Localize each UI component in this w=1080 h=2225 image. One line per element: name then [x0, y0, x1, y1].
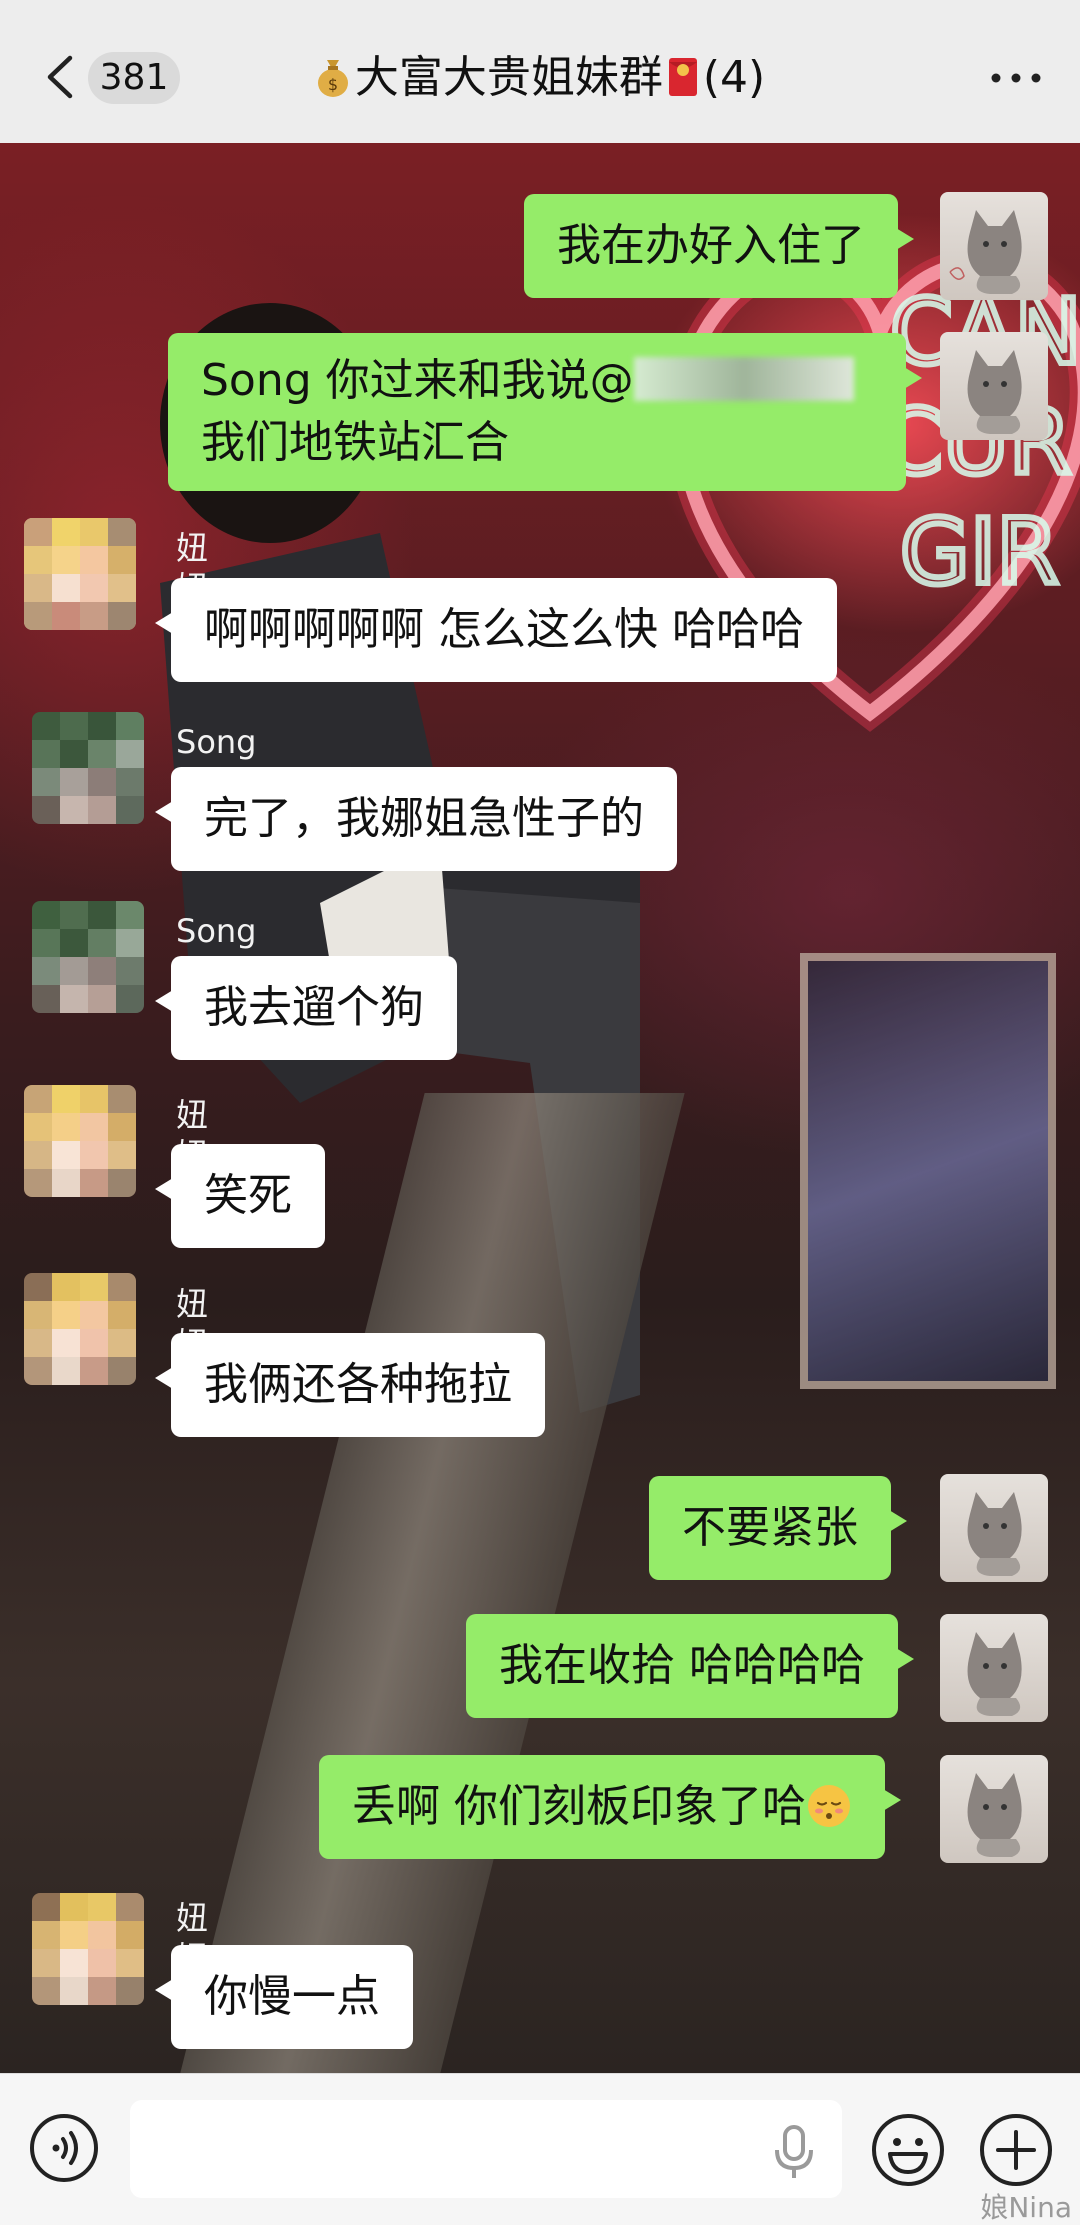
cat-avatar-icon [967, 1492, 1022, 1576]
cat-avatar-icon [949, 210, 1022, 294]
message-text: 丢啊 你们刻板印象了哈 [352, 1781, 806, 1832]
my-avatar[interactable] [940, 192, 1048, 300]
member-count: (4) [702, 52, 766, 103]
contact-avatar-pixelated[interactable] [24, 1273, 136, 1385]
sender-name: Song [176, 912, 257, 950]
cat-avatar-icon [967, 350, 1022, 434]
chat-header: 381 $ 大富大贵姐妹群 (4) [0, 0, 1080, 143]
pixelated-avatar-icon [32, 712, 144, 824]
money-bag-emoji: $ [317, 60, 348, 97]
pixelated-avatar-icon [24, 518, 136, 630]
chat-title: $ 大富大贵姐妹群 (4) [0, 48, 1080, 108]
contact-avatar-pixelated[interactable] [32, 712, 144, 824]
message-bubble-incoming[interactable]: 笑死 [155, 1144, 325, 1248]
chat-screen: 381 $ 大富大贵姐妹群 (4) CAN CUR [0, 0, 1080, 2225]
svg-text:GIR: GIR [900, 500, 1059, 605]
emoji-icon [872, 2114, 944, 2186]
pixelated-avatar-icon [32, 901, 144, 1013]
cat-avatar-icon [967, 1773, 1022, 1857]
message-bubble-outgoing[interactable]: 我在办好入住了 [524, 194, 914, 298]
message-bubble-outgoing[interactable]: 不要紧张 [649, 1476, 907, 1580]
contact-avatar-pixelated[interactable] [32, 1893, 144, 2005]
pixelated-avatar-icon [32, 1893, 144, 2005]
message-text-line2: 我们地铁站汇合 [201, 417, 509, 468]
message-bubble-incoming[interactable]: 你慢一点 [155, 1945, 413, 2049]
message-bubble-outgoing[interactable]: 我在收拾 哈哈哈哈 [466, 1614, 914, 1718]
more-dots-icon [991, 73, 1041, 83]
my-avatar[interactable] [940, 1474, 1048, 1582]
my-avatar[interactable] [940, 1614, 1048, 1722]
my-avatar[interactable] [940, 332, 1048, 440]
message-bubble-incoming[interactable]: 我俩还各种拖拉 [155, 1333, 545, 1437]
contact-avatar-pixelated[interactable] [24, 1085, 136, 1197]
message-bubble-incoming[interactable]: 完了，我娜姐急性子的 [155, 767, 677, 871]
chat-title-text: 大富大贵姐妹群 [354, 52, 663, 103]
cat-avatar-icon [967, 1632, 1022, 1716]
voice-mode-icon [30, 2114, 98, 2182]
blurred-mention [633, 357, 854, 401]
plus-button[interactable] [978, 2112, 1054, 2188]
contact-avatar-pixelated[interactable] [32, 901, 144, 1013]
plus-icon [980, 2114, 1052, 2186]
pensive-face-emoji [808, 1785, 850, 1827]
message-text-line1: Song 你过来和我说@ [201, 355, 634, 406]
message-bubble-incoming[interactable]: 啊啊啊啊啊 怎么这么快 哈哈哈 [155, 578, 837, 682]
emoji-button[interactable] [870, 2112, 946, 2188]
message-bubble-outgoing[interactable]: 丢啊 你们刻板印象了哈 [319, 1755, 901, 1859]
my-avatar[interactable] [940, 1755, 1048, 1863]
pixelated-avatar-icon [24, 1085, 136, 1197]
voice-mode-button[interactable] [28, 2112, 100, 2184]
composer-bar: 娘Nina [0, 2073, 1080, 2225]
pixelated-avatar-icon [24, 1273, 136, 1385]
microphone-button[interactable] [772, 2124, 816, 2180]
sender-name: Song [176, 723, 257, 761]
more-button[interactable] [986, 60, 1046, 96]
contact-avatar-pixelated[interactable] [24, 518, 136, 630]
message-bubble-outgoing[interactable]: Song 你过来和我说@ 我们地铁站汇合 [168, 333, 922, 491]
microphone-icon [775, 2125, 813, 2178]
watermark: 娘Nina [980, 2191, 1072, 2224]
message-input[interactable] [130, 2100, 842, 2198]
red-packet-emoji [668, 58, 697, 96]
chat-background-poster [800, 953, 1056, 1389]
svg-text:$: $ [328, 75, 338, 94]
message-bubble-incoming[interactable]: 我去遛个狗 [155, 956, 457, 1060]
